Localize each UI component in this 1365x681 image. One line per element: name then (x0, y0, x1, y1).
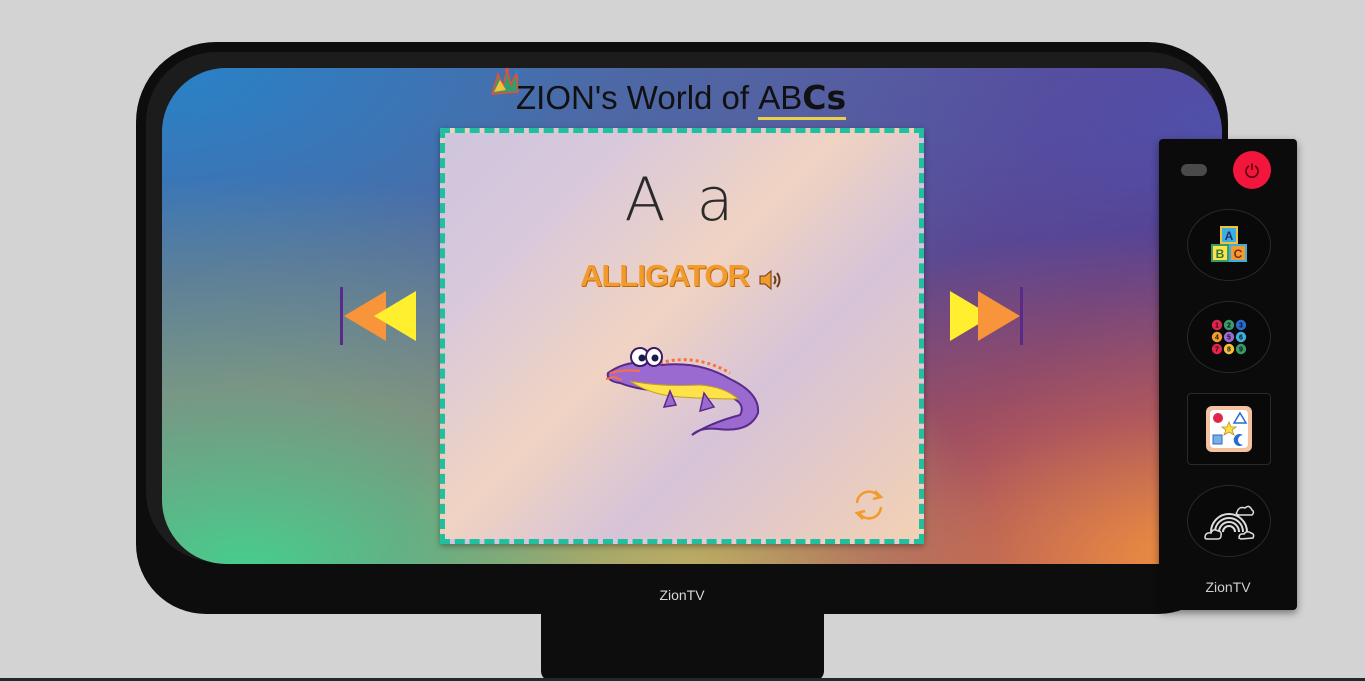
shapes-button[interactable] (1187, 393, 1271, 465)
number-digit: 7 (1215, 347, 1219, 354)
word-row: ALLIGATOR (445, 258, 919, 294)
shapes-icon (1206, 406, 1252, 452)
number-digit: 9 (1239, 347, 1243, 354)
page-title: ZION's World of ABCs (490, 64, 894, 124)
tv-stand (541, 612, 824, 681)
abc-blocks-icon: A B C (1211, 226, 1247, 262)
rainbow-icon (1204, 505, 1255, 540)
number-digit: 4 (1215, 335, 1219, 342)
number-digit: 6 (1239, 335, 1243, 342)
number-digit: 2 (1227, 323, 1231, 330)
power-icon (1245, 163, 1259, 178)
tv-brand-label: ZionTV (659, 587, 705, 603)
title-ab: AB (758, 79, 803, 116)
colors-button[interactable] (1187, 485, 1271, 557)
speaker-icon[interactable] (758, 268, 784, 292)
number-digit: 8 (1227, 347, 1231, 354)
word-label: ALLIGATOR (579, 258, 750, 293)
svg-text:B: B (1216, 247, 1225, 261)
number-digit: 5 (1227, 335, 1231, 342)
title-prefix: ZION's World of (516, 79, 759, 116)
title-cs: Cs (802, 78, 847, 117)
remote-brand-label: ZionTV (1205, 579, 1251, 595)
svg-text:A: A (1225, 229, 1234, 243)
remote-led (1181, 164, 1207, 176)
rewind-icon[interactable] (340, 285, 420, 347)
power-button[interactable] (1233, 151, 1271, 189)
svg-text:C: C (1234, 247, 1243, 261)
alphabet-button[interactable]: A B C (1187, 209, 1271, 281)
alligator-illustration (605, 347, 760, 436)
numbers-button[interactable]: 1 2 3 4 5 6 7 8 9 (1187, 301, 1271, 373)
refresh-icon[interactable] (849, 487, 889, 523)
title-abcs: ABCs (758, 78, 847, 120)
letter-display: A a (624, 165, 740, 235)
number-digit: 1 (1215, 323, 1219, 330)
remote-control: A B C 123456789 ZionTV (1159, 139, 1297, 610)
number-digit: 3 (1239, 323, 1243, 330)
fast-forward-icon[interactable] (946, 285, 1026, 347)
letter-card: A a ALLIGATOR (440, 128, 924, 544)
numbers-icon: 1 2 3 4 5 6 7 8 9 (1211, 319, 1247, 355)
